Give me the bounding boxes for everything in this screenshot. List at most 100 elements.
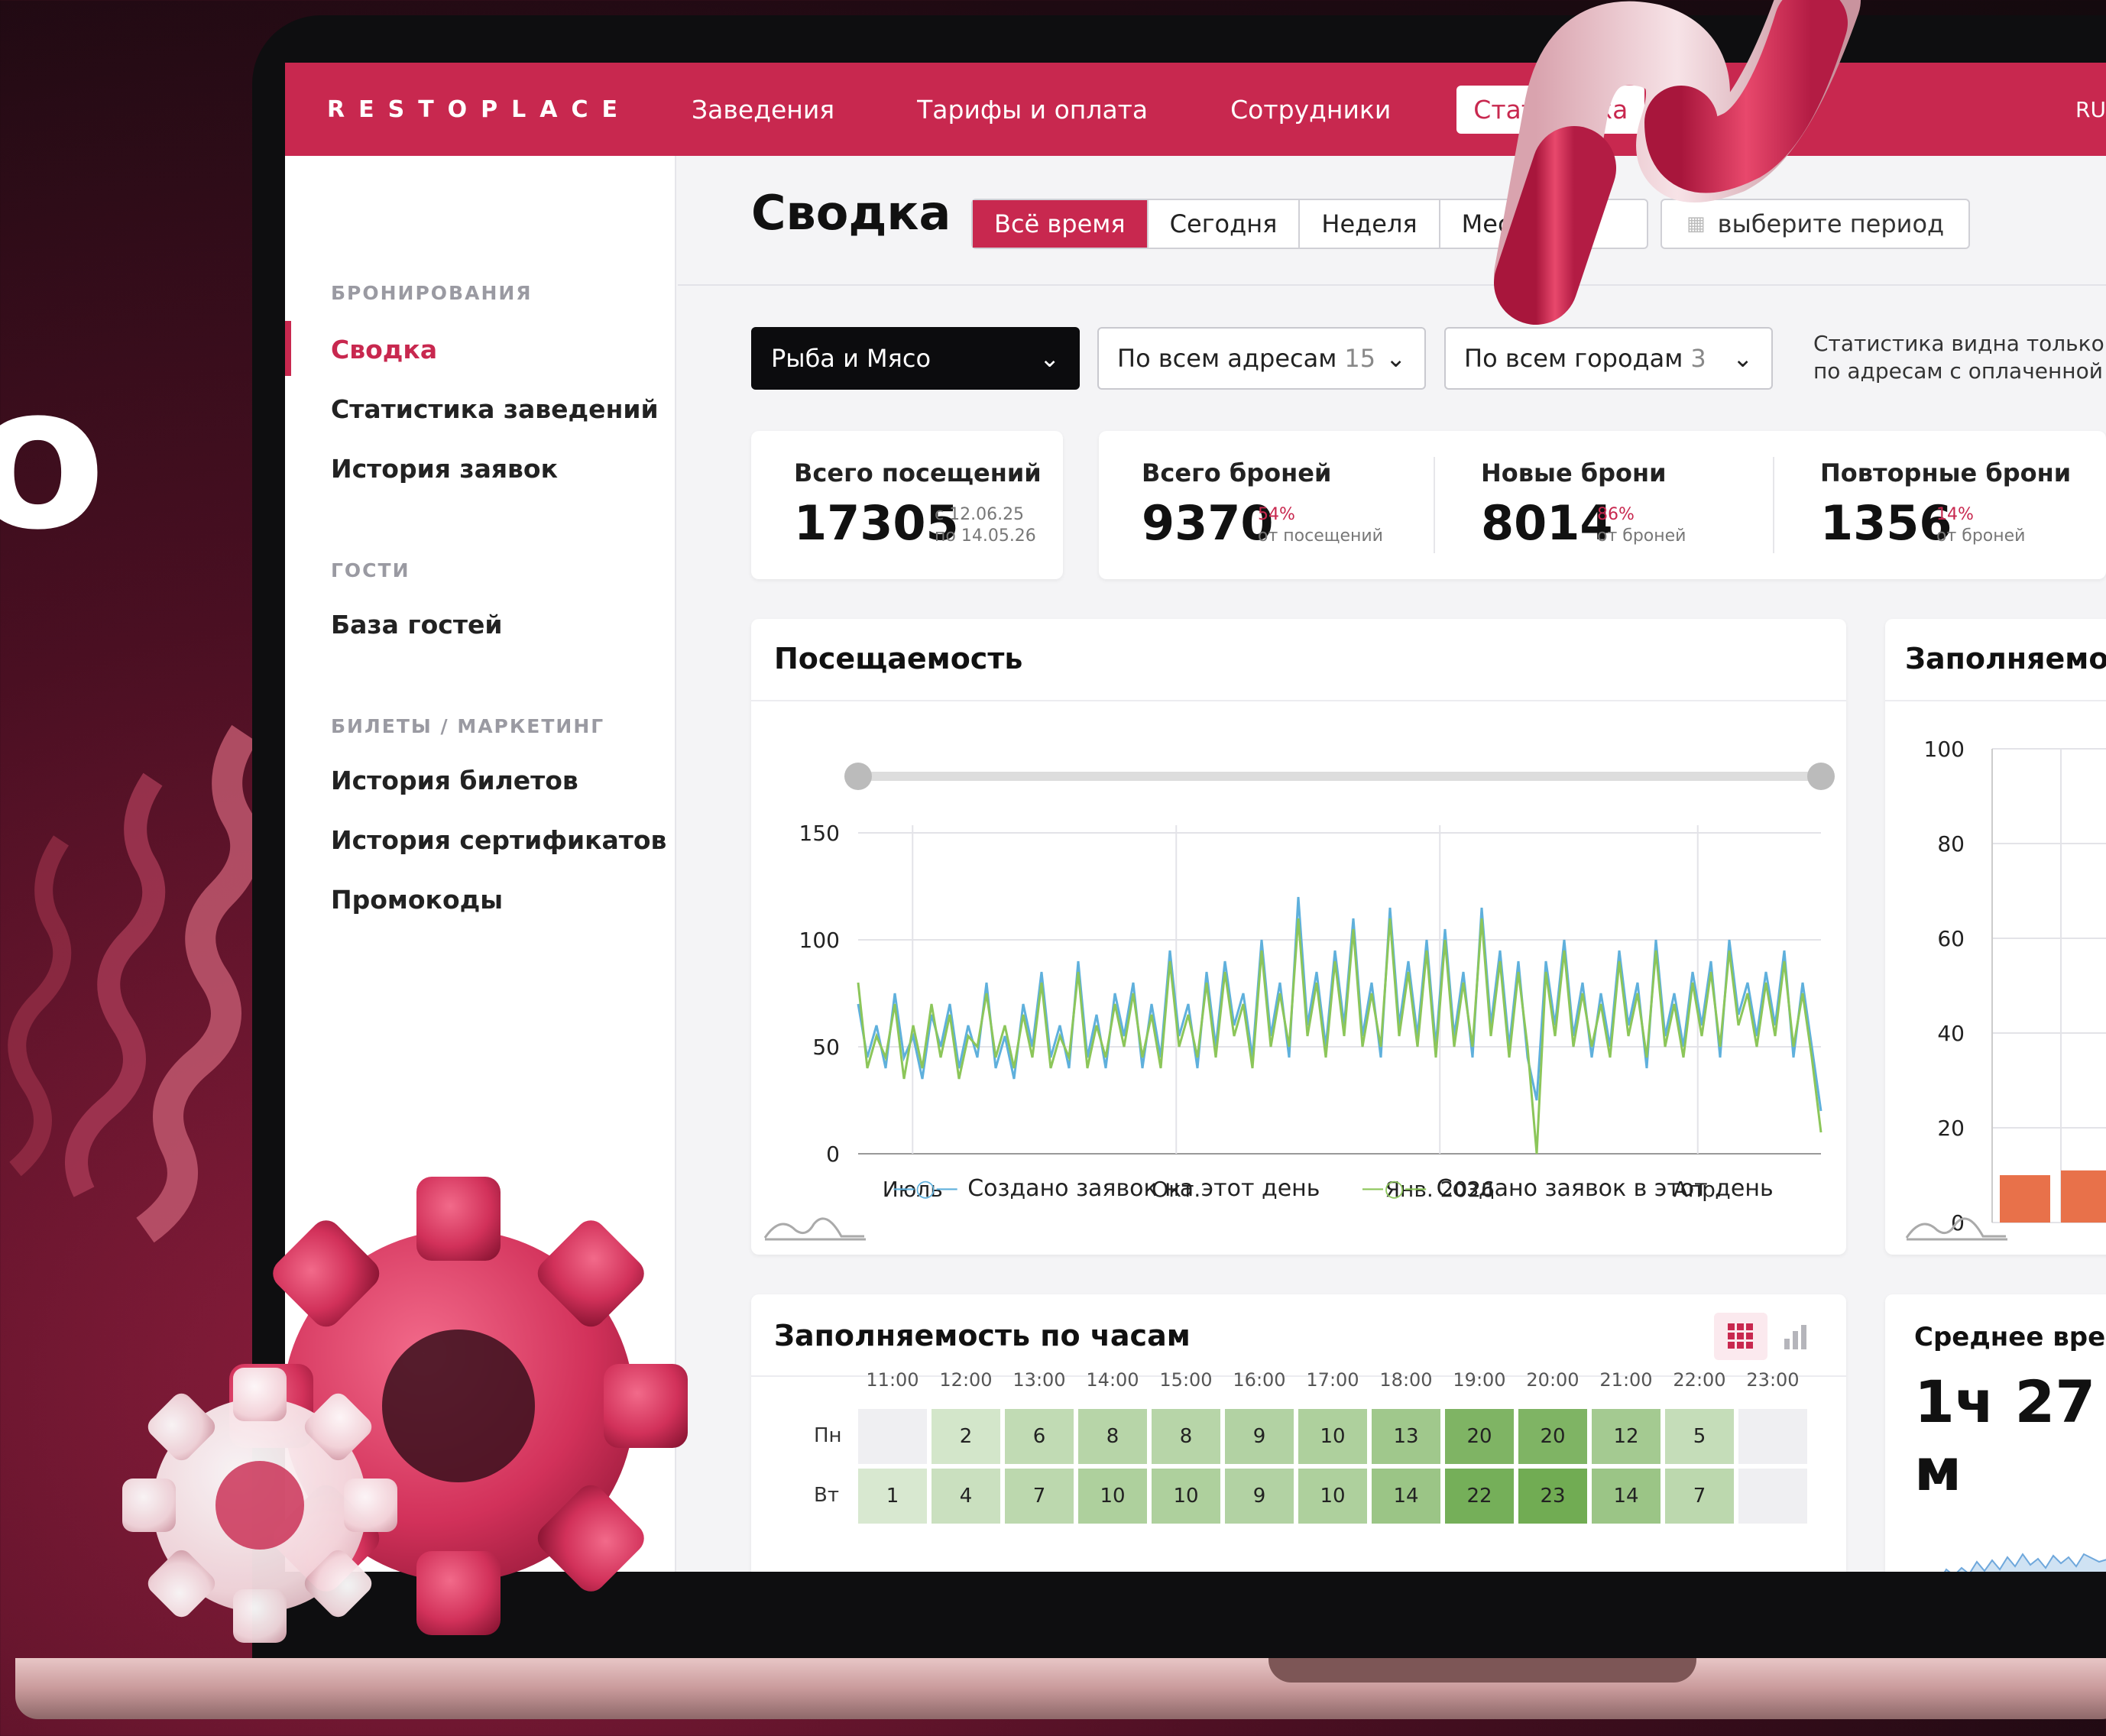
period-tab-week[interactable]: Неделя [1300,200,1440,248]
heatmap-cell[interactable]: 9 [1225,1469,1294,1524]
heatmap-cell[interactable]: 10 [1298,1469,1367,1524]
chevron-down-icon: ⌄ [1039,344,1060,373]
heatmap-column-header: 21:00 [1599,1369,1653,1391]
repeat-bookings-value: 1356 [1820,495,1952,551]
heatmap-cell[interactable]: 6 [1005,1409,1074,1464]
heatmap-cell[interactable]: 12 [1592,1409,1661,1464]
sidebar-item-ticket-history[interactable]: История билетов [331,766,578,795]
heatmap-cell[interactable]: 13 [1372,1409,1440,1464]
legend-series-1[interactable]: Создано заявок на этот день [967,1175,1320,1202]
gear-icon [122,1177,688,1643]
y-tick-label: 150 [799,821,840,846]
sidebar-item-request-history[interactable]: История заявок [331,454,558,484]
heatmap-cell[interactable]: 14 [1592,1469,1661,1524]
sidebar-item-certificate-history[interactable]: История сертификатов [331,825,666,855]
heatmap-cell[interactable] [858,1409,927,1464]
heatmap-cell[interactable]: 5 [1665,1409,1734,1464]
y-tick-label: 0 [826,1142,840,1167]
heatmap-cell[interactable] [1738,1409,1807,1464]
sidebar-active-indicator [285,321,291,376]
heatmap-cell[interactable]: 20 [1518,1409,1587,1464]
city-select[interactable]: По всем городам 3 ⌄ [1444,327,1773,390]
heatmap-cell[interactable]: 2 [932,1409,1000,1464]
heatmap-column-header: 14:00 [1086,1369,1139,1391]
range-slider-handle-start[interactable] [844,763,872,790]
heatmap-view-button[interactable] [1714,1313,1767,1360]
repeat-bookings-label: Повторные брони [1820,458,2072,487]
heatmap-cell[interactable]: 10 [1298,1409,1367,1464]
heatmap-cell[interactable]: 8 [1152,1409,1220,1464]
heatmap-column-header: 20:00 [1526,1369,1580,1391]
city-count: 3 [1690,344,1706,373]
language-switch[interactable]: RU [2075,97,2106,122]
heatmap-cell[interactable]: 10 [1152,1469,1220,1524]
address-count: 15 [1344,344,1376,373]
bookings-value: 9370 [1142,495,1274,551]
page-title: Сводка [751,185,951,241]
attendance-legend: —○— Создано заявок на этот день —○— Созд… [893,1175,1774,1202]
heatmap-cell[interactable]: 20 [1445,1409,1514,1464]
sidebar-item-promocodes[interactable]: Промокоды [331,885,503,915]
bookings-pct: 54% [1258,505,1295,524]
heatmap-cell[interactable] [1738,1469,1807,1524]
y-tick-label: 50 [812,1035,840,1060]
period-tab-all-time[interactable]: Всё время [973,200,1149,248]
stat-divider [1773,457,1774,553]
heatmap-row-label: Пн [814,1424,842,1447]
heatmap-column-header: 17:00 [1306,1369,1359,1391]
heatmap-cell[interactable]: 9 [1225,1409,1294,1464]
visits-label: Всего посещений [794,458,1042,487]
heatmap-cell[interactable]: 8 [1078,1409,1147,1464]
sidebar-item-guest-base[interactable]: База гостей [331,610,502,640]
occupancy-title: Заполняемос [1905,642,2106,675]
new-bookings-label: Новые брони [1481,458,1667,487]
bookings-of: от посещений [1258,526,1383,546]
new-bookings-value: 8014 [1481,495,1613,551]
heatmap-cell[interactable]: 10 [1078,1469,1147,1524]
bar-view-button[interactable] [1769,1313,1823,1360]
heatmap-cell[interactable]: 7 [1005,1469,1074,1524]
avg-time-sparkline [1943,1553,2106,1572]
nav-item-venues[interactable]: Заведения [675,86,851,134]
sidebar-section-tickets-marketing: БИЛЕТЫ / МАРКЕТИНГ [331,715,605,737]
legend-series-2[interactable]: Создано заявок в этот день [1437,1175,1774,1202]
attendance-card: Посещаемость 0 50 100 150 Июль Окт. Янв. 2026 А… [751,619,1846,1255]
brand-logo[interactable]: RESTOPLACE [327,96,675,123]
address-select[interactable]: По всем адресам 15 ⌄ [1097,327,1426,390]
range-slider[interactable] [844,763,1835,790]
sidebar-item-summary[interactable]: Сводка [331,335,437,364]
y-tick-label: 60 [1937,926,1965,951]
heatmap-cell[interactable]: 1 [858,1469,927,1524]
new-bookings-of: от броней [1597,526,1686,546]
venue-select-value: Рыба и Мясо [771,344,932,373]
bar[interactable] [2061,1170,2106,1223]
heatmap-cell[interactable]: 4 [932,1469,1000,1524]
period-tab-today[interactable]: Сегодня [1149,200,1301,248]
repeat-bookings-of: от броней [1936,526,2026,546]
address-select-value: По всем адресам [1117,344,1337,373]
nav-item-tariffs[interactable]: Тарифы и оплата [900,86,1165,134]
sparkline-icon [1905,1217,2007,1241]
hourly-title: Заполняемость по часам [774,1319,1191,1352]
venue-select[interactable]: Рыба и Мясо ⌄ [751,327,1080,390]
attendance-title: Посещаемость [774,642,1023,675]
visits-range: с 12.06.25 по 14.05.26 [935,504,1036,547]
note-line-2: по адресам с оплаченной [1813,358,2103,384]
heatmap-cell[interactable]: 23 [1518,1469,1587,1524]
heatmap-row-label: Вт [814,1484,839,1507]
heatmap-cell[interactable]: 7 [1665,1469,1734,1524]
sidebar-item-venue-stats[interactable]: Статистика заведений [331,394,659,424]
stat-divider [1434,457,1435,553]
range-slider-handle-end[interactable] [1807,763,1835,790]
decorative-pipe [1494,0,1861,325]
attendance-line-chart: 050100150Июль Окт. Янв. 2026 Апр. [799,763,1835,1202]
heatmap-cell[interactable]: 22 [1445,1469,1514,1524]
heatmap-column-header: 13:00 [1013,1369,1066,1391]
heatmap-cell[interactable]: 14 [1372,1469,1440,1524]
new-bookings-share: 86% от броней [1597,504,1686,547]
occupancy-card: Заполняемос 020406080100ПнВт [1885,619,2106,1255]
heatmap-column-header: 22:00 [1673,1369,1726,1391]
nav-item-staff[interactable]: Сотрудники [1213,86,1408,134]
avg-time-title: Среднее врем [1914,1322,2106,1352]
paid-address-note: Статистика видна только по адресам с опл… [1813,330,2104,385]
